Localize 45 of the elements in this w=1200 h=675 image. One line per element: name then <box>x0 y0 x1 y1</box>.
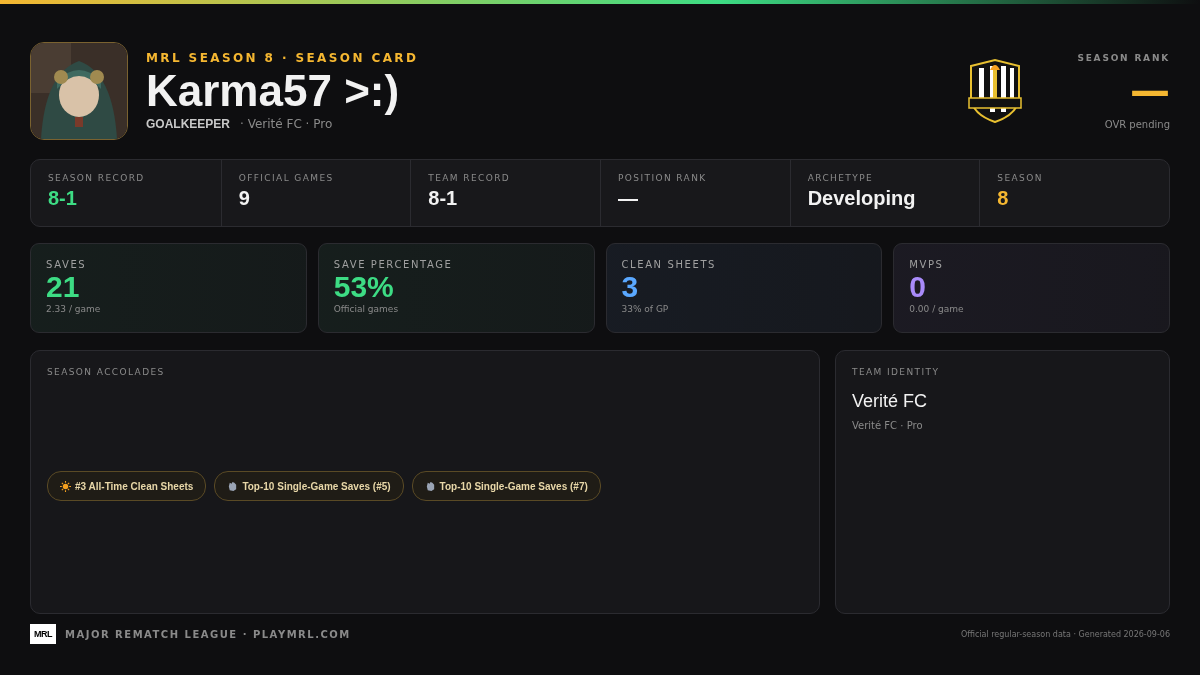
team-name: Verité FC <box>852 391 929 412</box>
stat-label: CLEAN SHEETS <box>621 259 718 270</box>
accolade-chip: Top-10 Single-Game Saves (#5) <box>214 471 404 501</box>
stat-label: MVPS <box>909 259 945 270</box>
stat-detail: 2.33 / game <box>46 304 102 314</box>
summary-label: TEAM RECORD <box>428 173 512 183</box>
stat-detail: 0.00 / game <box>909 304 965 314</box>
summary-label: SEASON RECORD <box>48 173 146 183</box>
player-position: GOALKEEPER <box>146 117 230 131</box>
panel-title: TEAM IDENTITY <box>852 367 941 377</box>
data-note: Official regular-season data · Generated 2026-09-06 <box>960 629 1170 639</box>
league-logo: MRL <box>30 624 56 644</box>
rank-label: SEASON RANK <box>1077 52 1170 63</box>
stat-value: 53% <box>333 270 395 304</box>
stat-detail: 33% of GP <box>621 304 670 314</box>
summary-value: 8-1 <box>428 187 459 210</box>
glove-icon <box>227 480 239 492</box>
summary-value: 8 <box>997 187 1010 210</box>
summary-label: ARCHETYPE <box>807 173 875 183</box>
stat-value: 0 <box>909 270 927 304</box>
summary-label: SEASON <box>997 173 1044 183</box>
summary-label: POSITION RANK <box>618 173 708 183</box>
panel-title: SEASON ACCOLADES <box>47 367 166 377</box>
stat-value: 3 <box>621 270 640 304</box>
crest-icon <box>966 58 1024 124</box>
stat-detail: Official games <box>333 304 400 314</box>
accolade-chip: Top-10 Single-Game Saves (#7) <box>411 471 601 501</box>
summary-value: 9 <box>238 187 251 210</box>
rank-note: OVR pending <box>1104 118 1170 130</box>
card-eyebrow: MRL SEASON 8 · SEASON CARD <box>146 51 420 65</box>
summary-value: Developing <box>807 187 917 210</box>
sun-icon <box>60 480 71 492</box>
stat-value: 21 <box>46 270 81 304</box>
rank-value: — <box>1130 70 1170 111</box>
summary-value: 8-1 <box>48 187 78 210</box>
league-name: MAJOR REMATCH LEAGUE · PLAYMRL.COM <box>65 628 351 640</box>
player-name: Karma57 >:) <box>146 65 401 117</box>
team-detail: Verité FC · Pro <box>852 420 924 431</box>
stat-label: SAVES <box>46 259 88 270</box>
team-line: · Verité FC · Pro <box>240 117 333 131</box>
glove-icon <box>424 480 436 492</box>
summary-value: — <box>618 187 639 210</box>
accolade-chip: #3 All-Time Clean Sheets <box>47 471 207 501</box>
summary-label: OFFICIAL GAMES <box>238 173 335 183</box>
stat-label: SAVE PERCENTAGE <box>333 259 454 270</box>
